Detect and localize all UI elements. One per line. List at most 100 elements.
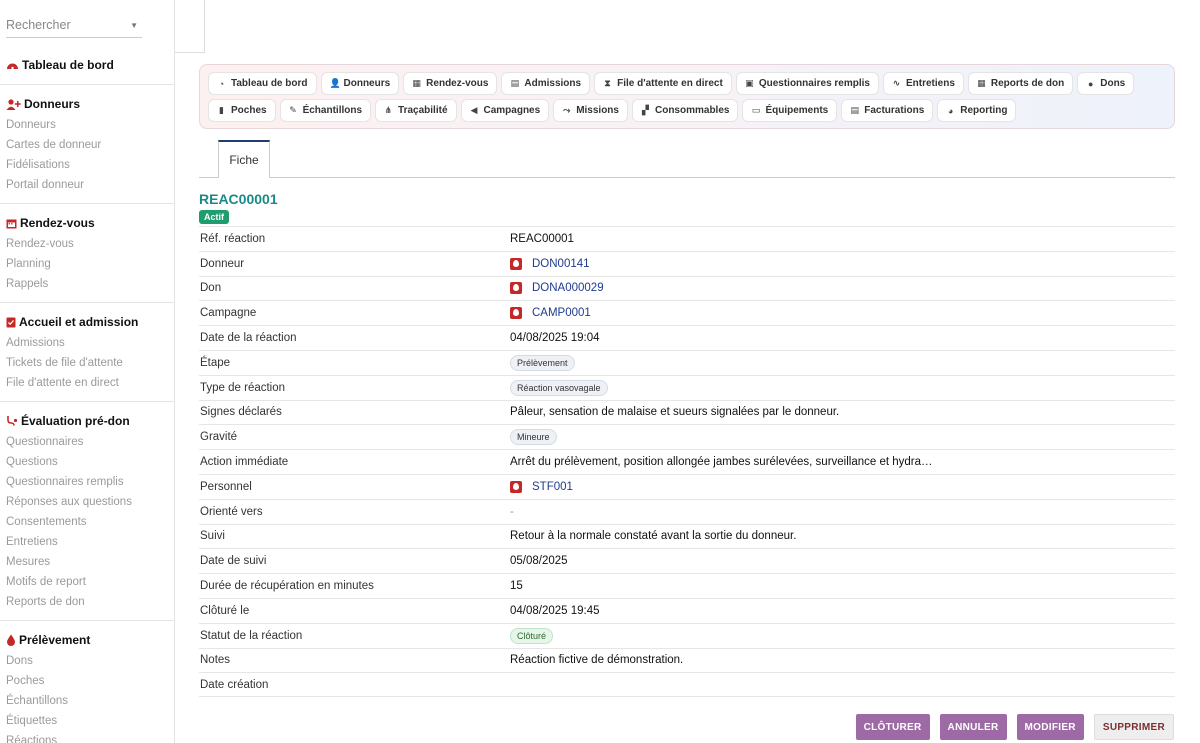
field-value-text[interactable]: CAMP0001 [532, 307, 591, 319]
nav-chip-label: Consommables [654, 105, 730, 116]
nav-chip[interactable]: ● Dons [1077, 72, 1135, 95]
tab-fiche[interactable]: Fiche [218, 140, 270, 178]
nav-chip[interactable]: ▤ Admissions [501, 72, 591, 95]
sidebar-item[interactable]: Tickets de file d'attente [0, 353, 174, 373]
field-label: Type de réaction [200, 381, 286, 394]
tab-bar: Fiche [199, 140, 1175, 178]
sidebar-section-title[interactable]: Donneurs [0, 89, 174, 115]
sidebar-item[interactable]: File d'attente en direct [0, 373, 174, 393]
route-icon: ⤳ [563, 105, 571, 115]
tree-icon: ⋔ [384, 105, 393, 115]
delete-button[interactable]: SUPPRIMER [1093, 714, 1174, 740]
nav-chip[interactable]: ✎ Échantillons [279, 99, 372, 122]
calendar-icon [6, 218, 20, 229]
close-record-button[interactable]: CLÔTURER [855, 714, 930, 740]
nav-chip[interactable]: ⤳ Missions [553, 99, 628, 122]
nav-chip[interactable]: ▦ Reports de don [967, 72, 1074, 95]
sidebar-item[interactable]: Motifs de report [0, 572, 174, 592]
sidebar-item[interactable]: Donneurs [0, 115, 174, 135]
field-value-text: 15 [510, 580, 523, 593]
sidebar-section-title[interactable]: Rendez-vous [0, 208, 174, 234]
field-value: Arrêt du prélèvement, position allongée … [510, 456, 933, 468]
drop-icon: ● [1088, 78, 1094, 89]
cancel-button[interactable]: ANNULER [939, 714, 1007, 740]
nav-chip[interactable]: ∿ Entretiens [882, 72, 964, 95]
sidebar-section-title[interactable]: Accueil et admission [0, 307, 174, 333]
field-label: Don [200, 282, 222, 295]
nav-chip[interactable]: ▤ Facturations [841, 99, 934, 122]
field-row: Campagne CAMP0001 [199, 300, 1175, 325]
sidebar-item[interactable]: Dons [0, 651, 174, 671]
nav-chip[interactable]: ▣ Questionnaires remplis [735, 72, 879, 95]
field-label: Notes [200, 654, 231, 667]
sidebar-item[interactable]: Questionnaires remplis [0, 472, 174, 492]
nav-chip[interactable]: ▦ Rendez-vous [403, 72, 498, 95]
nav-chip[interactable]: ▮ Poches [208, 99, 276, 122]
sidebar-item[interactable]: Étiquettes [0, 711, 174, 731]
nav-chip[interactable]: ⧗ File d'attente en direct [594, 72, 732, 95]
stethoscope-icon: ∿ [892, 78, 901, 88]
nav-chip-label: Tableau de bord [231, 78, 308, 89]
field-row: Type de réaction Réaction vasovagale [199, 374, 1175, 400]
nav-chip[interactable]: ◕ Reporting [937, 99, 1017, 122]
sidebar-item[interactable]: Reports de don [0, 592, 174, 612]
nav-chip[interactable]: ◀ Campagnes [460, 99, 550, 122]
nav-chip[interactable]: ⋔ Traçabilité [375, 99, 457, 122]
sidebar-item[interactable]: Réactions [0, 731, 174, 743]
nav-chip[interactable]: 👤 Donneurs [320, 72, 400, 95]
field-row: Donneur DON00141 [199, 250, 1175, 276]
sidebar-item[interactable]: Rappels [0, 274, 174, 294]
sidebar-item[interactable]: Mesures [0, 552, 174, 572]
stethoscope-icon [6, 415, 21, 427]
sidebar-item[interactable]: Entretiens [0, 532, 174, 552]
nav-chip[interactable]: ▭ Équipements [742, 99, 838, 122]
nav-chip-label: Facturations [864, 105, 925, 116]
sidebar-item[interactable]: Admissions [0, 333, 174, 353]
field-value-text[interactable]: DON00141 [532, 258, 590, 270]
bag-icon: ▮ [219, 105, 224, 115]
field-row: Date création [199, 672, 1175, 698]
form-icon: ▣ [745, 78, 754, 88]
sidebar-item[interactable]: Planning [0, 254, 174, 274]
user-plus-icon: 👤 [329, 78, 341, 88]
sidebar-section-label: Rendez-vous [20, 216, 95, 230]
sidebar-section: Évaluation pré-don Questionnaires Question… [0, 402, 174, 621]
sidebar-section-title[interactable]: Prélèvement [0, 625, 174, 651]
field-label: Action immédiate [200, 456, 289, 469]
sidebar-item[interactable]: Réponses aux questions [0, 492, 174, 512]
edit-button[interactable]: MODIFIER [1016, 714, 1084, 740]
field-label: Date de la réaction [200, 332, 297, 345]
field-value: Réaction fictive de démonstration. [510, 654, 683, 666]
invoice-icon: ▤ [850, 105, 859, 115]
sidebar-item[interactable]: Questions [0, 452, 174, 472]
sidebar-item[interactable]: Rendez-vous [0, 234, 174, 254]
field-value-text: Retour à la normale constaté avant la so… [510, 530, 797, 543]
field-value-text[interactable]: STF001 [532, 481, 573, 493]
field-value[interactable]: STF001 [510, 480, 573, 493]
sidebar-item[interactable]: Questionnaires [0, 432, 174, 452]
search-input[interactable]: Rechercher ▼ [6, 18, 142, 38]
blood-drop-icon [510, 307, 522, 320]
field-label: Date de suivi [200, 555, 267, 568]
sidebar-item[interactable]: Poches [0, 671, 174, 691]
sidebar-item[interactable]: Portail donneur [0, 175, 174, 195]
field-value[interactable]: DONA000029 [510, 282, 604, 295]
megaphone-icon: ◀ [470, 105, 478, 115]
field-value[interactable]: DON00141 [510, 257, 590, 270]
field-value-text[interactable]: DONA000029 [532, 282, 604, 294]
field-value[interactable]: CAMP0001 [510, 307, 591, 320]
nav-chip[interactable]: ◔ Tableau de bord [208, 72, 317, 95]
sidebar-item[interactable]: Échantillons [0, 691, 174, 711]
sidebar-section-title[interactable]: Évaluation pré-don [0, 406, 174, 432]
chevron-down-icon[interactable]: ▼ [130, 21, 138, 30]
sidebar-item[interactable]: Consentements [0, 512, 174, 532]
sidebar-item[interactable]: Cartes de donneur [0, 135, 174, 155]
field-value: - [510, 506, 514, 518]
sidebar-section-title[interactable]: Tableau de bord [0, 50, 174, 76]
record-fields: Réf. réaction REAC00001 Donneur DON00141 Don… [199, 226, 1175, 698]
field-row: Statut de la réaction Clôturé [199, 622, 1175, 648]
nav-chip-label: Rendez-vous [426, 78, 489, 89]
sidebar-item[interactable]: Fidélisations [0, 155, 174, 175]
nav-chip[interactable]: ▞ Consommables [631, 99, 739, 122]
sidebar-section: Donneurs Donneurs Cartes de donneur Fidélis… [0, 85, 174, 204]
